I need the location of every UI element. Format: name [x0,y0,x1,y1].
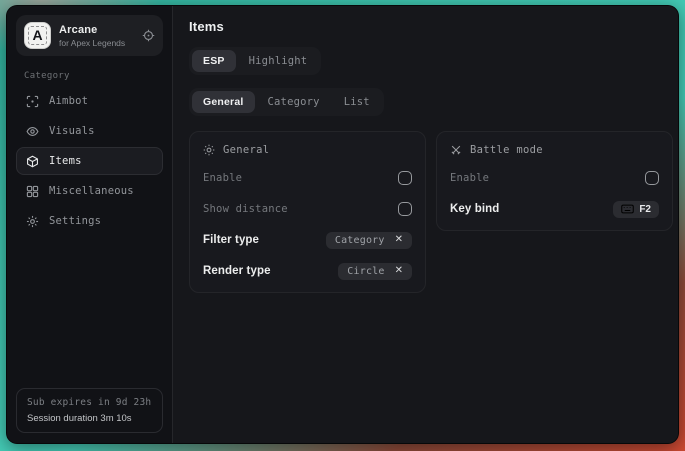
target-icon[interactable] [142,29,155,42]
sub-expiry-text: Sub expires in 9d 23h [27,397,152,408]
brand-text: Arcane for Apex Legends [59,24,134,48]
gear-icon [26,215,39,228]
row-label: Show distance [203,203,288,215]
panel-battle-mode: Battle mode Enable Key bind [436,131,673,231]
sidebar-item-label: Visuals [49,125,95,137]
mode-tabs: ESP Highlight [189,47,321,75]
close-icon[interactable]: ✕ [395,235,403,245]
brand-card: A Arcane for Apex Legends [16,15,163,56]
swords-icon [450,144,462,156]
tab-general[interactable]: General [192,91,255,113]
row-label: Key bind [450,203,499,215]
eye-icon [26,125,39,138]
tag-value: Circle [347,266,384,277]
tag-value: Category [335,235,385,246]
panel-header: General [203,144,412,156]
panels-row: General Enable Show distance Filter type… [189,131,673,293]
setting-row-show-distance: Show distance [203,200,412,218]
sidebar-item-miscellaneous[interactable]: Miscellaneous [16,177,163,205]
filter-type-tag[interactable]: Category ✕ [326,232,412,249]
view-tabs: General Category List [189,88,384,116]
crosshair-icon [26,95,39,108]
sun-icon [203,144,215,156]
package-icon [26,155,39,168]
tab-category[interactable]: Category [257,91,331,113]
tab-list[interactable]: List [333,91,381,113]
session-duration-text: Session duration 3m 10s [27,413,152,424]
sidebar-item-visuals[interactable]: Visuals [16,117,163,145]
keybind-button[interactable]: F2 [613,201,659,218]
app-logo: A [24,22,51,49]
page-title: Items [189,19,673,34]
sidebar-section-label: Category [24,71,163,81]
sidebar-item-label: Settings [49,215,101,227]
enable-checkbox[interactable] [398,171,412,185]
setting-row-enable: Enable [450,169,659,187]
sidebar-spacer [16,237,163,388]
sidebar-item-items[interactable]: Items [16,147,163,175]
sidebar-item-label: Items [49,155,82,167]
battle-enable-checkbox[interactable] [645,171,659,185]
panel-title: General [223,144,269,156]
row-label: Enable [203,172,242,184]
setting-row-key-bind: Key bind F2 [450,200,659,218]
panel-header: Battle mode [450,144,659,156]
row-label: Enable [450,172,489,184]
sidebar-item-settings[interactable]: Settings [16,207,163,235]
sidebar-item-label: Miscellaneous [49,185,134,197]
brand-name: Arcane [59,24,134,36]
panel-general: General Enable Show distance Filter type… [189,131,426,293]
tab-highlight[interactable]: Highlight [238,50,319,72]
background: A Arcane for Apex Legends Category [0,0,685,451]
keyboard-icon [621,204,634,214]
row-label: Render type [203,265,271,277]
tab-esp[interactable]: ESP [192,50,236,72]
main-content: Items ESP Highlight General Category Lis… [173,6,679,443]
logo-letter: A [28,26,46,45]
close-icon[interactable]: ✕ [395,266,403,276]
sidebar-item-aimbot[interactable]: Aimbot [16,87,163,115]
setting-row-render-type: Render type Circle ✕ [203,262,412,280]
row-label: Filter type [203,234,259,246]
setting-row-filter-type: Filter type Category ✕ [203,231,412,249]
setting-row-enable: Enable [203,169,412,187]
session-info: Sub expires in 9d 23h Session duration 3… [16,388,163,433]
sidebar: A Arcane for Apex Legends Category [7,6,173,443]
keybind-value: F2 [639,204,651,215]
app-window: A Arcane for Apex Legends Category [6,5,679,444]
grid-icon [26,185,39,198]
render-type-tag[interactable]: Circle ✕ [338,263,412,280]
show-distance-checkbox[interactable] [398,202,412,216]
brand-subtitle: for Apex Legends [59,38,134,48]
panel-title: Battle mode [470,144,543,156]
sidebar-item-label: Aimbot [49,95,88,107]
